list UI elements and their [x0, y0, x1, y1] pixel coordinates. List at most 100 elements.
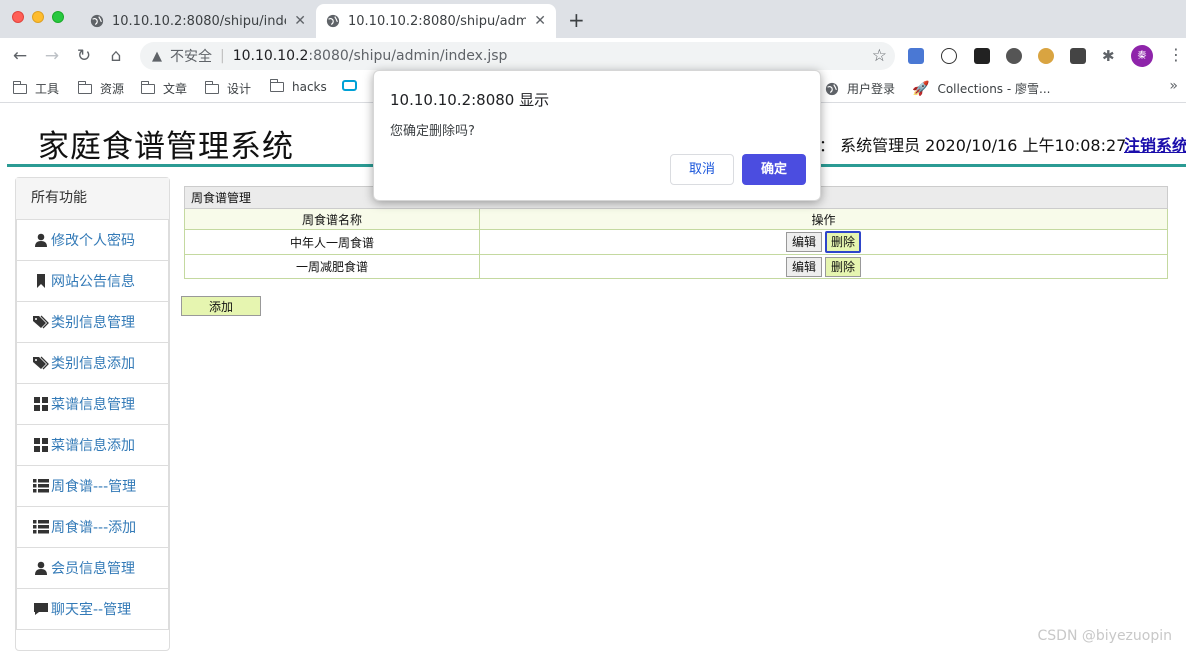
- warning-icon: ▲: [152, 48, 162, 64]
- dialog-title: 10.10.10.2:8080 显示: [390, 91, 550, 109]
- bookmark-item[interactable]: 工具: [12, 80, 60, 97]
- bookmark-item[interactable]: 设计: [204, 80, 252, 97]
- delete-button[interactable]: 删除: [825, 231, 862, 253]
- comment-icon: [34, 603, 48, 615]
- folder-icon: [12, 80, 27, 94]
- bookmark-icon: [37, 274, 45, 288]
- sidebar-item-label: 周食谱---管理: [51, 479, 137, 495]
- sidebar: 所有功能 修改个人密码 网站公告信息 类别信息管理 类别信息添加 菜谱信息管理 …: [15, 177, 170, 651]
- column-header-name: 周食谱名称: [184, 208, 480, 230]
- sidebar-heading: 所有功能: [16, 178, 169, 220]
- back-icon[interactable]: ←: [10, 46, 30, 66]
- edit-button[interactable]: 编辑: [785, 232, 822, 252]
- confirm-dialog: 10.10.10.2:8080 显示 您确定删除吗? 取消 确定: [373, 70, 821, 201]
- recipe-name-cell: 一周减肥食谱: [184, 254, 480, 279]
- close-icon[interactable]: ✕: [534, 13, 546, 29]
- sidebar-item-recipe-add[interactable]: 菜谱信息添加: [16, 425, 169, 466]
- sidebar-item-announcements[interactable]: 网站公告信息: [16, 261, 169, 302]
- divider: |: [220, 48, 225, 64]
- dialog-message: 您确定删除吗?: [390, 124, 475, 139]
- reload-icon[interactable]: ↻: [74, 46, 94, 66]
- cancel-button[interactable]: 取消: [670, 154, 734, 185]
- forward-icon[interactable]: →: [42, 46, 62, 66]
- user-icon: [35, 233, 47, 247]
- actions-cell: 编辑 删除: [479, 254, 1168, 279]
- logout-link[interactable]: 注销系统: [1124, 132, 1186, 156]
- bilibili-icon: [342, 80, 357, 91]
- folder-icon: [140, 80, 155, 94]
- cookie-extension-icon[interactable]: [1038, 48, 1054, 64]
- watermark: CSDN @biyezuopin: [1037, 628, 1172, 644]
- sidebar-item-category-add[interactable]: 类别信息添加: [16, 343, 169, 384]
- sidebar-item-category-manage[interactable]: 类别信息管理: [16, 302, 169, 343]
- sidebar-item-change-password[interactable]: 修改个人密码: [16, 220, 169, 261]
- bookmark-item[interactable]: hacks: [269, 79, 327, 94]
- star-icon[interactable]: ☆: [872, 46, 887, 66]
- actions-cell: 编辑 删除: [479, 229, 1168, 255]
- new-tab-button[interactable]: +: [568, 8, 585, 32]
- table-row: 中年人一周食谱 编辑 删除: [184, 229, 1168, 255]
- bookmark-label: 设计: [227, 82, 252, 96]
- sidebar-item-recipe-manage[interactable]: 菜谱信息管理: [16, 384, 169, 425]
- add-button[interactable]: 添加: [181, 296, 261, 316]
- grid-icon: [34, 397, 48, 411]
- extension-icon[interactable]: [974, 48, 990, 64]
- column-header-actions: 操作: [479, 208, 1168, 230]
- bookmark-label: Collections - 廖雪...: [937, 82, 1051, 96]
- sidebar-item-label: 菜谱信息添加: [51, 438, 135, 454]
- tags-icon: [33, 315, 49, 329]
- page-title: 家庭食谱管理系统: [38, 129, 294, 165]
- address-bar[interactable]: ▲ 不安全 | 10.10.10.2:8080/shipu/admin/inde…: [140, 42, 895, 70]
- extension-icon[interactable]: [1006, 48, 1022, 64]
- sidebar-item-label: 网站公告信息: [51, 274, 135, 290]
- table-row: 一周减肥食谱 编辑 删除: [184, 254, 1168, 279]
- folder-icon: [269, 79, 284, 92]
- window-minimize-button[interactable]: [32, 11, 44, 23]
- globe-icon: [326, 14, 340, 28]
- bookmark-item[interactable]: 用户登录: [825, 80, 895, 97]
- sidebar-item-label: 会员信息管理: [51, 561, 135, 577]
- window-close-button[interactable]: [12, 11, 24, 23]
- recipe-name-cell: 中年人一周食谱: [184, 229, 480, 255]
- browser-tab-2[interactable]: 10.10.10.2:8080/shipu/admin/in ✕: [316, 4, 556, 38]
- url-path: :8080/shipu/admin/index.jsp: [308, 48, 508, 64]
- edit-button[interactable]: 编辑: [785, 256, 822, 277]
- bookmark-item[interactable]: [342, 80, 357, 91]
- avatar[interactable]: 秦: [1131, 45, 1153, 67]
- confirm-button[interactable]: 确定: [742, 154, 806, 185]
- sidebar-item-chatroom-manage[interactable]: 聊天室--管理: [16, 589, 169, 630]
- sidebar-item-member-manage[interactable]: 会员信息管理: [16, 548, 169, 589]
- globe-icon: [825, 82, 839, 95]
- bookmark-label: hacks: [292, 80, 327, 94]
- bookmark-item[interactable]: 资源: [77, 80, 125, 97]
- globe-icon: [90, 14, 104, 28]
- browser-tab-bar: 10.10.10.2:8080/shipu/index# ✕ 10.10.10.…: [0, 0, 1186, 38]
- puzzle-icon[interactable]: ✱: [1102, 48, 1118, 64]
- bookmark-label: 文章: [163, 82, 188, 96]
- sidebar-item-label: 类别信息管理: [51, 315, 135, 331]
- more-menu-icon[interactable]: ⋮: [1168, 45, 1184, 64]
- window-zoom-button[interactable]: [52, 11, 64, 23]
- sidebar-item-weekly-add[interactable]: 周食谱---添加: [16, 507, 169, 548]
- bookmark-item[interactable]: 🚀 Collections - 廖雪...: [912, 80, 1050, 97]
- security-label: 不安全: [170, 49, 212, 65]
- tags-icon: [33, 356, 49, 370]
- bookmark-label: 资源: [100, 82, 125, 96]
- tab-title: 10.10.10.2:8080/shipu/admin/in: [348, 13, 527, 29]
- cube-extension-icon[interactable]: [1070, 48, 1086, 64]
- sidebar-item-label: 类别信息添加: [51, 356, 135, 372]
- home-icon[interactable]: ⌂: [106, 46, 126, 66]
- bookmark-label: 用户登录: [847, 82, 896, 96]
- sidebar-item-label: 聊天室--管理: [51, 602, 132, 618]
- delete-button[interactable]: 删除: [825, 256, 862, 277]
- tab-title: 10.10.10.2:8080/shipu/index#: [112, 13, 286, 29]
- bookmark-item[interactable]: 文章: [140, 80, 188, 97]
- chevron-double-right-icon[interactable]: »: [1169, 78, 1178, 94]
- folder-icon: [204, 80, 219, 94]
- cat-extension-icon[interactable]: [941, 48, 957, 64]
- sidebar-item-weekly-manage[interactable]: 周食谱---管理: [16, 466, 169, 507]
- bookmark-label: 工具: [35, 82, 60, 96]
- close-icon[interactable]: ✕: [294, 13, 306, 29]
- browser-tab-1[interactable]: 10.10.10.2:8080/shipu/index# ✕: [80, 4, 316, 38]
- translate-extension-icon[interactable]: [908, 48, 924, 64]
